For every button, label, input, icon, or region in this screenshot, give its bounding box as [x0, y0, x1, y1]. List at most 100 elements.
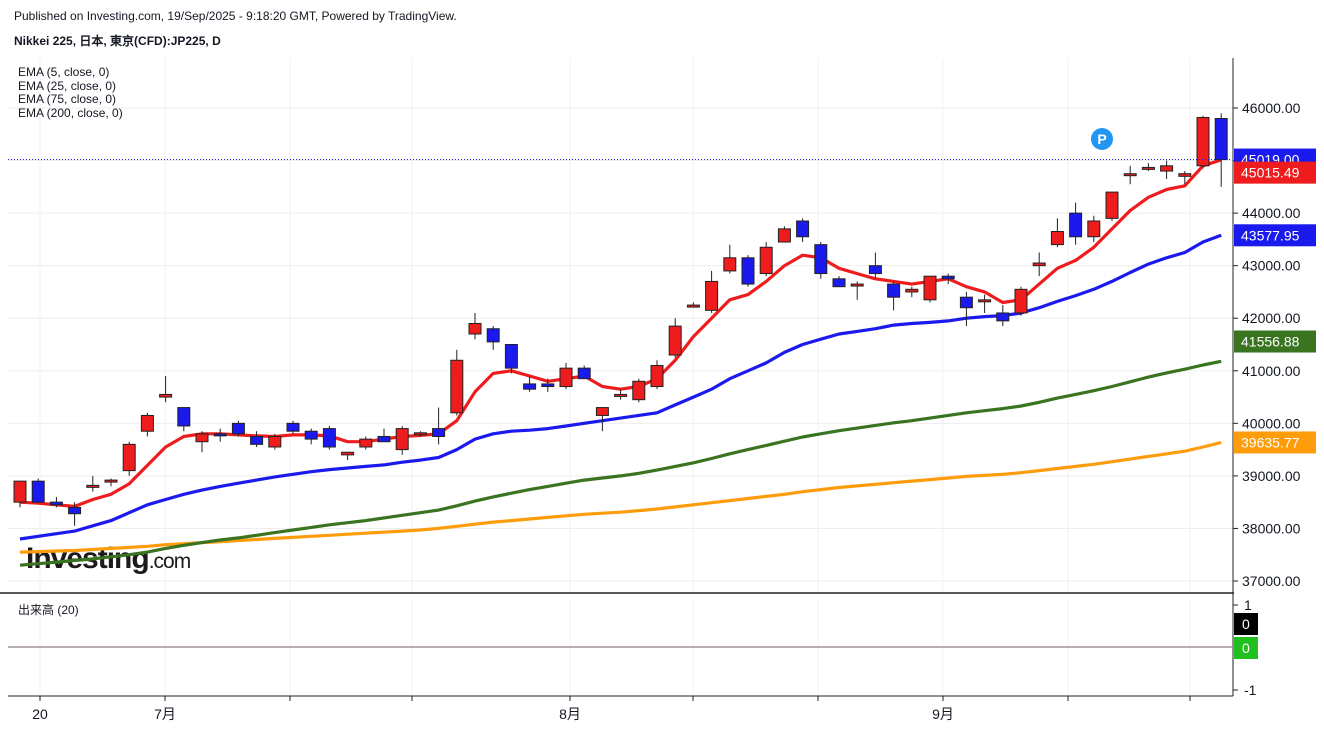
candle-body: [668, 325, 682, 356]
candle-body: [1123, 173, 1137, 177]
legend-ema25[interactable]: EMA (25, close, 0): [18, 79, 123, 94]
y-tick-label: 46000.00: [1242, 100, 1301, 116]
candle-body: [159, 393, 173, 398]
candle: [741, 255, 755, 287]
candles: [13, 113, 1228, 526]
candle-body: [432, 428, 446, 437]
candle: [159, 376, 173, 403]
candle-body: [723, 257, 737, 272]
candle-body: [341, 451, 355, 456]
candle-body: [1014, 288, 1028, 314]
candle: [1050, 218, 1064, 248]
price-tag-label: 43577.95: [1241, 227, 1300, 243]
candle-body: [1032, 262, 1046, 267]
candle-body: [377, 435, 391, 443]
candle-body: [86, 484, 100, 488]
candle-body: [978, 299, 992, 303]
candle-body: [1160, 165, 1174, 172]
y-tick-label: 41000.00: [1242, 363, 1301, 379]
candle: [941, 273, 955, 285]
price-tag: 43577.95: [1234, 224, 1316, 247]
candle-body: [941, 275, 955, 280]
candle: [486, 326, 500, 350]
legend-ema75[interactable]: EMA (75, close, 0): [18, 92, 123, 107]
candle: [614, 389, 628, 400]
candle: [978, 294, 992, 313]
y-tick-label: 37000.00: [1242, 573, 1301, 589]
logo-suffix: .com: [149, 550, 191, 573]
x-tick-label: 7月: [154, 706, 176, 722]
candle: [923, 275, 937, 303]
candle-body: [632, 380, 646, 401]
candle-body: [577, 367, 591, 380]
candle: [450, 349, 464, 416]
candle: [122, 441, 136, 476]
candle: [395, 425, 409, 455]
ema200-line: [19, 440, 1222, 554]
candle-body: [1050, 231, 1064, 246]
volume-tag-label: 0: [1242, 616, 1250, 632]
y-tick-label: 39000.00: [1242, 468, 1301, 484]
candle: [1160, 160, 1174, 179]
candle: [1214, 113, 1228, 187]
y-tick-label: 44000.00: [1242, 205, 1301, 221]
candle: [796, 218, 810, 243]
price-tag-label: 41556.88: [1241, 334, 1300, 350]
candle-body: [814, 244, 828, 275]
candle: [177, 407, 191, 432]
candle: [304, 428, 318, 445]
volume-label: 出来高 (20): [18, 603, 79, 617]
candle: [31, 478, 45, 503]
candle-body: [796, 220, 810, 238]
volume-tag: 0: [1234, 637, 1258, 659]
candle: [814, 242, 828, 279]
candle: [468, 312, 482, 340]
candle-body: [140, 414, 154, 432]
candle-body: [304, 430, 318, 440]
price-tag: 45015.49: [1234, 161, 1316, 184]
vol-tick-label: -1: [1244, 682, 1257, 698]
candle: [250, 431, 264, 447]
candle: [723, 244, 737, 274]
candle: [1014, 286, 1028, 316]
candle: [286, 420, 300, 434]
legend-ema5[interactable]: EMA (5, close, 0): [18, 65, 123, 80]
candle-body: [741, 257, 755, 285]
legend-ema200[interactable]: EMA (200, close, 0): [18, 106, 123, 121]
ema5-line: [19, 158, 1222, 508]
candle-body: [1069, 212, 1083, 238]
candle: [759, 242, 773, 277]
candle-body: [1196, 116, 1210, 167]
candle-body: [468, 322, 482, 335]
candle-body: [905, 288, 919, 293]
price-chart[interactable]: Investing.com P 37000.0038000.0039000.00…: [0, 0, 1324, 730]
candle-body: [413, 432, 427, 436]
candle-body: [541, 383, 555, 388]
volume-tag: 0: [1234, 613, 1258, 635]
candle: [650, 360, 664, 390]
candle: [1141, 163, 1155, 172]
candle: [341, 451, 355, 461]
candle: [868, 252, 882, 279]
candle: [1196, 115, 1210, 169]
candle-body: [705, 280, 719, 311]
candle-body: [850, 283, 864, 287]
candle: [668, 318, 682, 358]
candle: [359, 436, 373, 450]
time-axis[interactable]: 20 7月 8月 9月: [32, 696, 1191, 722]
candle: [850, 281, 864, 300]
candle-body: [959, 296, 973, 309]
candle-body: [359, 438, 373, 448]
candle-body: [1087, 220, 1101, 238]
marker-label: P: [1097, 131, 1106, 147]
candle-body: [49, 501, 63, 506]
price-tags: 45019.0045015.4943577.9541556.8839635.77: [1234, 148, 1316, 454]
candle-body: [1105, 191, 1119, 219]
x-tick-label: 9月: [932, 706, 954, 722]
marker-p[interactable]: P: [1091, 128, 1113, 150]
candle: [231, 420, 245, 437]
candle-body: [122, 443, 136, 472]
candle: [213, 428, 227, 442]
ema-lines: [19, 158, 1222, 567]
candle-body: [31, 480, 45, 503]
